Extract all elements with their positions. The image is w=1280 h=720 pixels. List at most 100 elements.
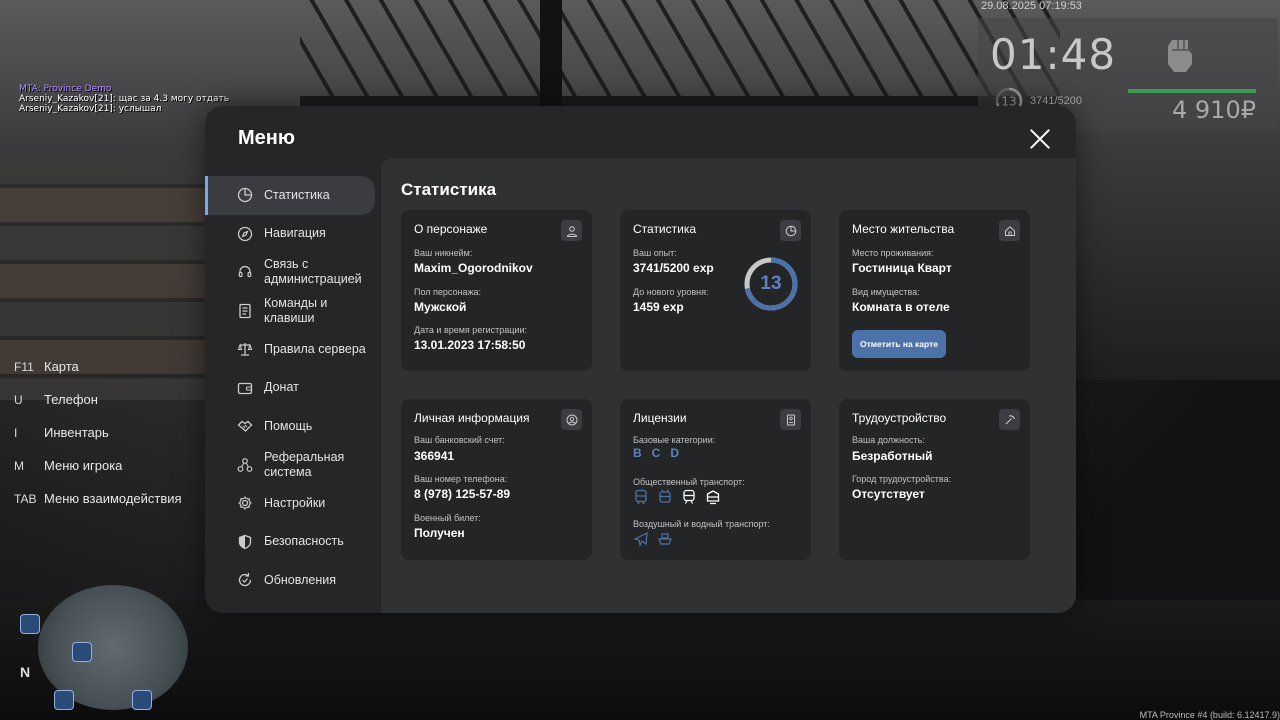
- handshake-icon: [237, 418, 253, 434]
- chat-line: Arseniy_Kazakov[21]: услышал: [19, 104, 162, 114]
- job-label: Ваша должность:: [852, 435, 925, 445]
- minimap-north-label: N: [20, 664, 31, 680]
- property-type-value: Комната в отеле: [852, 300, 950, 314]
- card-title: О персонаже: [414, 222, 488, 236]
- crane-structure: [300, 0, 1060, 110]
- house-icon: [999, 220, 1020, 241]
- sidebar-item-admin-contact[interactable]: Связь с администрацией: [205, 253, 381, 292]
- refresh-icon: [237, 572, 253, 588]
- sidebar-item-rules[interactable]: Правила сервера: [205, 330, 381, 369]
- gender-label: Пол персонажа:: [414, 287, 482, 297]
- keybind-map[interactable]: F11 Карта: [14, 350, 182, 383]
- nickname-label: Ваш никнейм:: [414, 248, 473, 258]
- keybind-inventory[interactable]: I Инвентарь: [14, 416, 182, 449]
- keybind-label: Карта: [44, 359, 79, 374]
- health-bar: [1128, 89, 1256, 93]
- map-marker-icon: [72, 642, 92, 662]
- pie-chart-icon: [780, 220, 801, 241]
- keybind-phone[interactable]: U Телефон: [14, 383, 182, 416]
- phone-label: Ваш номер телефона:: [414, 474, 508, 484]
- license-category: C: [651, 446, 661, 460]
- boat-icon: [657, 531, 673, 547]
- employment-card: Трудоустройство Ваша должность: Безработ…: [839, 399, 1030, 560]
- fist-icon: [1164, 34, 1196, 74]
- key-label: I: [14, 425, 18, 440]
- scales-icon: [237, 341, 253, 357]
- character-card: О персонаже Ваш никнейм: Maxim_Ogorodnik…: [401, 210, 592, 371]
- military-id-label: Военный билет:: [414, 513, 481, 523]
- keybind-interaction-menu[interactable]: TAB Меню взаимодействия: [14, 482, 182, 515]
- military-id-value: Получен: [414, 526, 465, 540]
- close-icon[interactable]: [1029, 128, 1051, 150]
- next-level-label: До нового уровня:: [633, 287, 709, 297]
- sidebar-item-label: Настройки: [264, 495, 326, 510]
- level-number: 13: [760, 273, 782, 294]
- keybind-label: Меню игрока: [44, 458, 123, 473]
- registration-label: Дата и время регистрации:: [414, 325, 527, 335]
- job-value: Безработный: [852, 449, 933, 463]
- sidebar-item-label: Обновления: [264, 572, 336, 587]
- hud-clock: 01:48: [990, 30, 1117, 79]
- crane-pillar: [540, 0, 562, 110]
- sidebar-item-label: Связь с администрацией: [264, 257, 362, 287]
- sidebar-item-label: Статистика: [264, 187, 330, 202]
- gender-value: Мужской: [414, 300, 467, 314]
- sidebar-item-navigation[interactable]: Навигация: [205, 215, 381, 254]
- bank-account-value: 366941: [414, 449, 455, 463]
- sidebar-item-commands[interactable]: Команды и клавиши: [205, 292, 381, 331]
- map-marker-icon: [20, 614, 40, 634]
- wallet-icon: [237, 380, 253, 396]
- sidebar-item-label: Безопасность: [264, 534, 344, 549]
- residence-place-value: Гостиница Кварт: [852, 261, 952, 275]
- trolleybus-icon: [657, 489, 673, 505]
- build-info: MTA Province #4 (build: 6.12417.9): [1139, 710, 1280, 720]
- train-icon: [681, 489, 697, 505]
- bank-account-label: Ваш банковский счет:: [414, 435, 505, 445]
- base-categories: B C D: [633, 446, 679, 460]
- menu-sidebar: Статистика Навигация Связь с администрац…: [205, 176, 381, 600]
- sidebar-item-statistics[interactable]: Статистика: [205, 176, 375, 215]
- content-title: Статистика: [401, 180, 497, 199]
- residence-place-label: Место проживания:: [852, 248, 934, 258]
- mark-on-map-button[interactable]: Отметить на карте: [852, 330, 946, 358]
- job-city-label: Город трудоустройства:: [852, 474, 952, 484]
- sidebar-item-label: Помощь: [264, 418, 313, 433]
- air-water-transport-label: Воздушный и водный транспорт:: [633, 519, 770, 529]
- registration-value: 13.01.2023 17:58:50: [414, 338, 526, 352]
- exp-value: 3741/5200 exp: [633, 261, 714, 275]
- sidebar-item-help[interactable]: Помощь: [205, 407, 381, 446]
- keybind-label: Меню взаимодействия: [44, 491, 182, 506]
- sidebar-item-donate[interactable]: Донат: [205, 369, 381, 408]
- ground: [0, 600, 1280, 720]
- sidebar-item-security[interactable]: Безопасность: [205, 523, 381, 562]
- phone-value: 8 (978) 125-57-89: [414, 487, 511, 501]
- property-type-label: Вид имущества:: [852, 287, 920, 297]
- sidebar-item-settings[interactable]: Настройки: [205, 484, 381, 523]
- stats-card: Статистика Ваш опыт: 3741/5200 exp До но…: [620, 210, 811, 371]
- sidebar-item-label: Команды и клавиши: [264, 295, 328, 325]
- keybind-list: F11 Карта U Телефон I Инвентарь M Меню игрок…: [14, 350, 182, 515]
- nickname-value: Maxim_Ogorodnikov: [414, 261, 533, 275]
- sidebar-item-referral[interactable]: Реферальная система: [205, 446, 381, 485]
- key-label: TAB: [14, 491, 37, 506]
- sidebar-item-updates[interactable]: Обновления: [205, 561, 381, 600]
- next-level-value: 1459 exp: [633, 300, 684, 314]
- keybind-player-menu[interactable]: M Меню игрока: [14, 449, 182, 482]
- user-circle-icon: [561, 409, 582, 430]
- map-marker-icon: [132, 690, 152, 710]
- public-transport-label: Общественный транспорт:: [633, 477, 745, 487]
- residence-card: Место жительства Место проживания: Гости…: [839, 210, 1030, 371]
- personal-info-card: Личная информация Ваш банковский счет: 3…: [401, 399, 592, 560]
- public-transport-icons: [633, 489, 721, 505]
- user-icon: [561, 220, 582, 241]
- sidebar-item-label: Реферальная система: [264, 449, 345, 479]
- key-label: F11: [14, 359, 34, 374]
- key-label: M: [14, 458, 24, 473]
- sidebar-item-label: Правила сервера: [264, 341, 366, 356]
- water-drop-icon: [54, 690, 74, 710]
- gear-icon: [237, 495, 253, 511]
- chat-line: MTA: Province Demo: [19, 84, 112, 94]
- card-title: Трудоустройство: [852, 411, 947, 425]
- sidebar-item-label: Навигация: [264, 226, 326, 241]
- license-category: B: [633, 446, 642, 460]
